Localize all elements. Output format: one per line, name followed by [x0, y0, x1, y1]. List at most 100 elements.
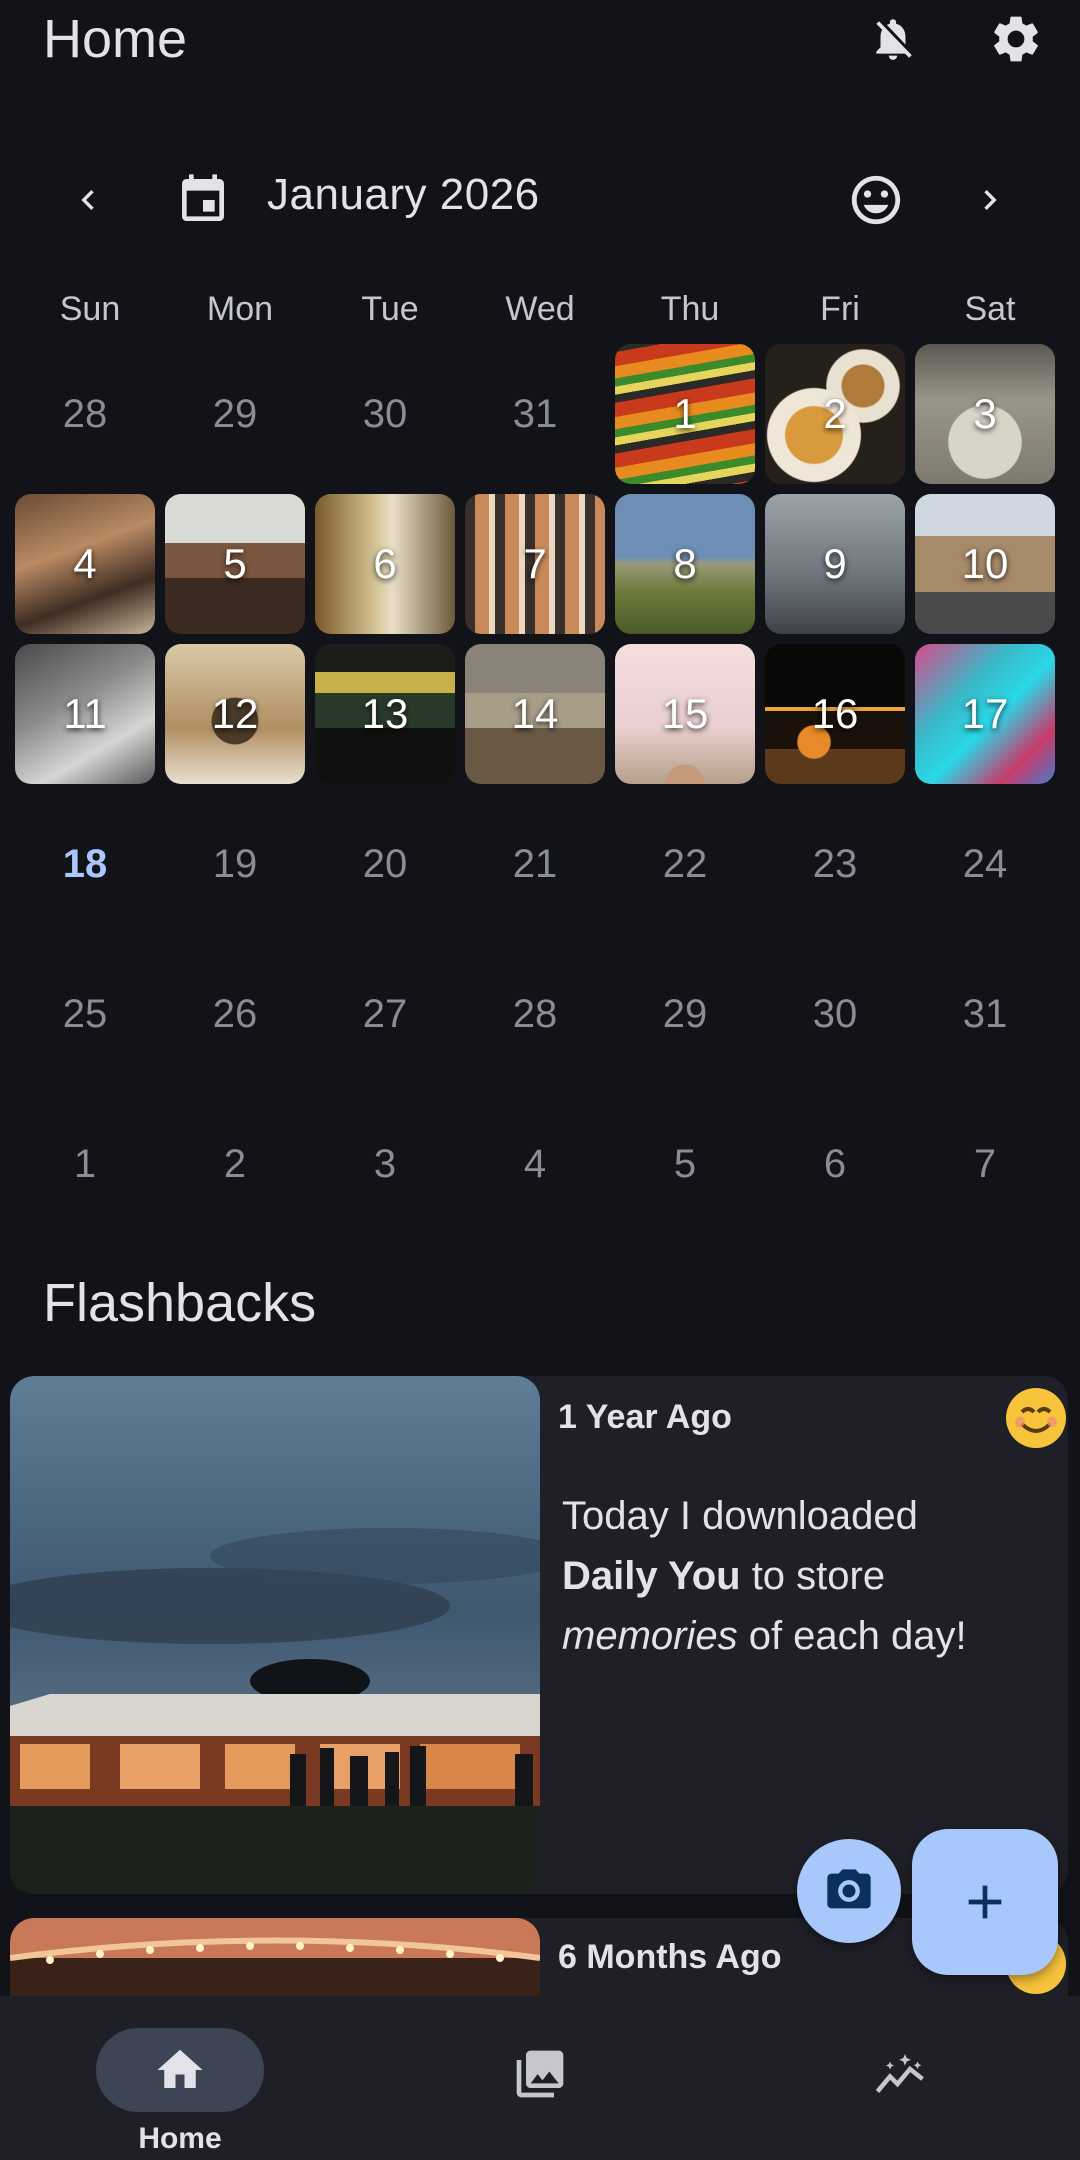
calendar-day[interactable]: 19 — [165, 794, 305, 934]
calendar-day-photo[interactable]: 8 — [615, 494, 755, 634]
calendar-day[interactable]: 31 — [915, 944, 1055, 1084]
calendar-day-photo[interactable]: 4 — [15, 494, 155, 634]
weekday-label: Mon — [206, 290, 274, 328]
day-number: 4 — [73, 540, 97, 587]
day-number: 3 — [373, 1141, 397, 1186]
previous-month-button[interactable] — [53, 160, 123, 240]
day-number: 6 — [823, 1141, 847, 1186]
day-number: 7 — [973, 1141, 997, 1186]
text-bold: Daily You — [562, 1554, 741, 1598]
calendar-day[interactable]: 30 — [765, 944, 905, 1084]
gallery-icon — [508, 2042, 572, 2106]
calendar-day-photo[interactable]: 10 — [915, 494, 1055, 634]
day-number: 15 — [661, 690, 709, 737]
calendar-day-today[interactable]: 18 — [15, 794, 155, 934]
nav-item-home[interactable]: Home — [0, 2012, 360, 2155]
calendar-day[interactable]: 20 — [315, 794, 455, 934]
calendar-day-photo[interactable]: 6 — [315, 494, 455, 634]
calendar-day[interactable]: 25 — [15, 944, 155, 1084]
calendar-day-photo[interactable]: 9 — [765, 494, 905, 634]
day-number: 22 — [662, 841, 708, 886]
calendar-day[interactable]: 22 — [615, 794, 755, 934]
calendar-day-outside[interactable]: 5 — [615, 1094, 755, 1234]
day-number: 31 — [962, 991, 1008, 1036]
add-entry-button[interactable] — [912, 1829, 1058, 1975]
calendar-day-photo[interactable]: 15 — [615, 644, 755, 784]
calendar-day-outside[interactable]: 30 — [315, 344, 455, 484]
calendar-day-outside[interactable]: 31 — [465, 344, 605, 484]
calendar-day[interactable]: 27 — [315, 944, 455, 1084]
day-number: 16 — [811, 690, 859, 737]
calendar-day-photo[interactable]: 17 — [915, 644, 1055, 784]
insights-icon — [868, 2042, 932, 2106]
nav-item-insights[interactable] — [720, 2012, 1080, 2152]
calendar-day-outside[interactable]: 2 — [165, 1094, 305, 1234]
next-month-button[interactable] — [955, 160, 1025, 240]
day-number: 6 — [373, 540, 397, 587]
calendar-day-outside[interactable]: 29 — [165, 344, 305, 484]
month-label[interactable]: January 2026 — [267, 170, 540, 220]
calendar-day-outside[interactable]: 1 — [15, 1094, 155, 1234]
calendar-day-outside[interactable]: 6 — [765, 1094, 905, 1234]
calendar-day-photo[interactable]: 7 — [465, 494, 605, 634]
camera-button[interactable] — [797, 1839, 901, 1943]
calendar-day-photo[interactable]: 12 — [165, 644, 305, 784]
nav-active-indicator — [96, 2028, 264, 2112]
calendar-grid: 28 29 30 31 1 2 3 4 5 6 7 8 9 10 11 12 1… — [15, 344, 1065, 1234]
calendar-day-photo[interactable]: 1 — [615, 344, 755, 484]
day-number: 25 — [62, 991, 108, 1036]
day-number: 27 — [362, 991, 408, 1036]
day-number: 30 — [812, 991, 858, 1036]
calendar-day[interactable]: 23 — [765, 794, 905, 934]
calendar-day-outside[interactable]: 4 — [465, 1094, 605, 1234]
flashbacks-title: Flashbacks — [43, 1273, 317, 1333]
camera-icon — [827, 1869, 871, 1909]
calendar-day-photo[interactable]: 11 — [15, 644, 155, 784]
calendar-day-photo[interactable]: 2 — [765, 344, 905, 484]
day-number: 31 — [512, 391, 558, 436]
calendar-day[interactable]: 24 — [915, 794, 1055, 934]
calendar-day-photo[interactable]: 16 — [765, 644, 905, 784]
calendar-day-photo[interactable]: 5 — [165, 494, 305, 634]
flashback-text: Today I downloaded Daily You to store me… — [562, 1486, 1032, 1666]
weekday-label: Thu — [660, 290, 720, 328]
day-number: 28 — [512, 991, 558, 1036]
day-number: 19 — [212, 841, 258, 886]
day-number: 9 — [823, 540, 847, 587]
bottom-navigation: Home — [0, 1996, 1080, 2160]
settings-icon[interactable] — [985, 8, 1047, 70]
mood-icon[interactable] — [841, 160, 911, 240]
calendar-day-photo[interactable]: 14 — [465, 644, 605, 784]
day-number: 24 — [962, 841, 1008, 886]
day-number: 26 — [212, 991, 258, 1036]
calendar-day-photo[interactable]: 3 — [915, 344, 1055, 484]
flashback-card[interactable]: 1 Year Ago Today I downloaded Daily You … — [10, 1376, 1068, 1894]
calendar-day-outside[interactable]: 7 — [915, 1094, 1055, 1234]
day-number: 13 — [361, 690, 409, 737]
calendar-day-outside[interactable]: 3 — [315, 1094, 455, 1234]
day-number: 23 — [812, 841, 858, 886]
nav-item-gallery[interactable] — [360, 2012, 720, 2152]
day-number: 30 — [362, 391, 408, 436]
plus-icon — [968, 1885, 1002, 1919]
calendar-day[interactable]: 28 — [465, 944, 605, 1084]
calendar-day-photo[interactable]: 13 — [315, 644, 455, 784]
day-number: 11 — [63, 690, 107, 737]
day-number: 28 — [62, 391, 108, 436]
day-number: 29 — [662, 991, 708, 1036]
text-plain: of each day! — [737, 1614, 967, 1658]
calendar-header: January 2026 — [0, 160, 1080, 240]
notifications-off-icon[interactable] — [862, 8, 924, 70]
weekday-label: Sun — [59, 290, 121, 328]
calendar-icon[interactable] — [168, 160, 238, 240]
calendar-day-outside[interactable]: 28 — [15, 344, 155, 484]
day-number: 8 — [673, 540, 697, 587]
day-number: 1 — [73, 1141, 97, 1186]
day-number: 4 — [523, 1141, 547, 1186]
day-number: 10 — [961, 540, 1009, 587]
weekday-header-row: Sun Mon Tue Wed Thu Fri Sat — [15, 290, 1065, 329]
calendar-day[interactable]: 29 — [615, 944, 755, 1084]
calendar-day[interactable]: 21 — [465, 794, 605, 934]
app-bar: Home — [0, 0, 1080, 80]
calendar-day[interactable]: 26 — [165, 944, 305, 1084]
